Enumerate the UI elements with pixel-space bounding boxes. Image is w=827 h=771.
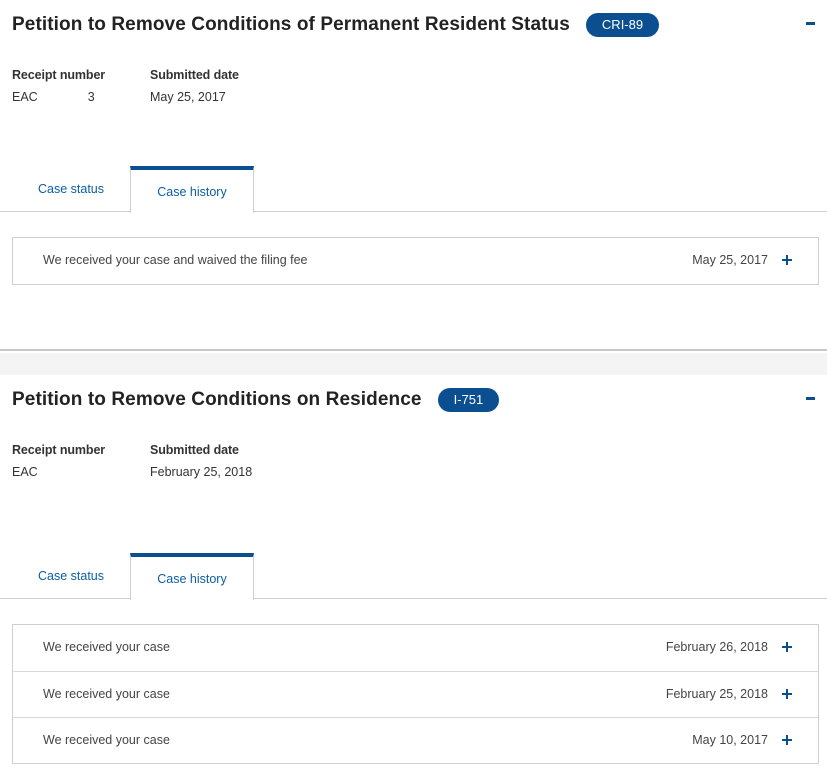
expand-plus-icon[interactable] — [782, 688, 794, 700]
redacted-area — [37, 92, 88, 103]
collapse-minus-icon[interactable] — [804, 390, 818, 404]
tab-case-status[interactable]: Case status — [12, 553, 130, 599]
form-type-badge: CRI-89 — [585, 13, 660, 37]
history-item-text: We received your case — [43, 640, 170, 654]
case-meta: Receipt number EAC Submitted date Februa… — [12, 443, 296, 479]
expand-plus-icon[interactable] — [782, 254, 794, 266]
history-item-text: We received your case — [43, 687, 170, 701]
case-tabs: Case status Case history — [0, 553, 827, 600]
history-item-date: February 25, 2018 — [665, 687, 768, 701]
case-header: Petition to Remove Conditions of Permane… — [12, 12, 660, 38]
case-history-list: We received your case February 26, 2018 … — [12, 624, 819, 764]
collapse-minus-icon[interactable] — [804, 15, 818, 29]
case-title: Petition to Remove Conditions of Permane… — [12, 14, 570, 35]
history-item[interactable]: We received your case February 26, 2018 — [13, 625, 818, 671]
history-item-date: February 26, 2018 — [665, 640, 768, 654]
case-title: Petition to Remove Conditions on Residen… — [12, 389, 422, 410]
section-divider — [0, 353, 827, 375]
tab-case-history[interactable]: Case history — [130, 553, 254, 600]
form-type-badge: I-751 — [437, 388, 500, 412]
redacted-area — [37, 467, 88, 478]
receipt-number-block: Receipt number EAC 3 — [12, 68, 106, 104]
tab-case-status[interactable]: Case status — [12, 166, 130, 212]
case-meta: Receipt number EAC 3 Submitted date May 2… — [12, 68, 283, 104]
receipt-number-label: Receipt number — [12, 443, 106, 457]
receipt-number-label: Receipt number — [12, 68, 106, 82]
history-item-date: May 25, 2017 — [692, 253, 768, 267]
submitted-date-label: Submitted date — [150, 443, 239, 457]
history-item[interactable]: We received your case February 25, 2018 — [13, 671, 818, 717]
case-history-list: We received your case and waived the fil… — [12, 237, 819, 285]
history-item[interactable]: We received your case and waived the fil… — [13, 238, 818, 284]
case-header: Petition to Remove Conditions on Residen… — [12, 387, 500, 413]
receipt-number-value: EAC 3 — [12, 90, 95, 104]
history-item[interactable]: We received your case May 10, 2017 — [13, 717, 818, 763]
history-item-date: May 10, 2017 — [692, 733, 768, 747]
receipt-number-value: EAC — [12, 465, 106, 479]
case-card: Petition to Remove Conditions of Permane… — [0, 0, 827, 351]
history-item-text: We received your case — [43, 733, 170, 747]
receipt-number-block: Receipt number EAC — [12, 443, 106, 479]
case-card: Petition to Remove Conditions on Residen… — [0, 375, 827, 771]
expand-plus-icon[interactable] — [782, 641, 794, 653]
submitted-date-label: Submitted date — [150, 68, 239, 82]
submitted-date-block: Submitted date February 25, 2018 — [150, 443, 252, 479]
submitted-date-value: May 25, 2017 — [150, 90, 226, 104]
submitted-date-value: February 25, 2018 — [150, 465, 253, 479]
case-tabs: Case status Case history — [0, 166, 827, 213]
submitted-date-block: Submitted date May 25, 2017 — [150, 68, 239, 104]
tab-case-history[interactable]: Case history — [130, 166, 254, 213]
history-item-text: We received your case and waived the fil… — [43, 253, 308, 267]
expand-plus-icon[interactable] — [782, 734, 794, 746]
